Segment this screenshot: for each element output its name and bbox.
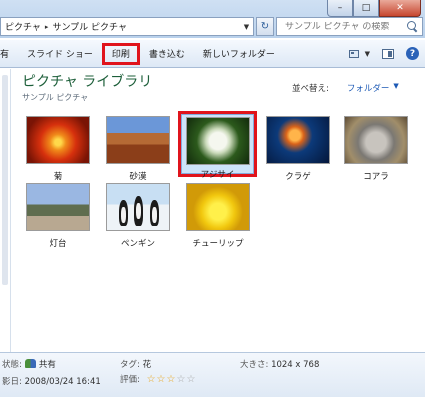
star-icon[interactable]: ☆ (176, 375, 185, 385)
minimize-button[interactable]: – (327, 0, 353, 17)
tags-row[interactable]: タグ: 花 (120, 358, 151, 370)
thumbnail-label: コアラ (363, 172, 389, 182)
penguin-shape (119, 200, 128, 226)
breadcrumb-sample-pictures[interactable]: サンプル ピクチャ (48, 20, 131, 33)
jellyfish-image (266, 116, 330, 164)
size-row: 大きさ: 1024 x 768 (240, 358, 319, 370)
tulips-image (186, 183, 250, 231)
search-icon[interactable] (407, 21, 418, 32)
library-subtitle: サンプル ピクチャ (22, 93, 89, 102)
thumbnail-desert[interactable]: 砂漠 (98, 116, 178, 182)
thumbnail-penguins[interactable]: ペンギン (98, 183, 178, 249)
search-box[interactable] (276, 17, 423, 36)
chrysanthemum-image (26, 116, 90, 164)
title-bar: – □ ✕ ピクチャ ▸ サンプル ピクチャ ▼ ↻ (0, 0, 425, 38)
date-row: 影日: 2008/03/24 16:41 (2, 375, 101, 387)
tags-value[interactable]: 花 (143, 360, 152, 370)
maximize-button[interactable]: □ (353, 0, 379, 17)
thumbnail-jellyfish[interactable]: クラゲ (258, 116, 338, 182)
thumbnail-label: クラゲ (285, 172, 311, 182)
rating-label: 評価: (120, 375, 140, 385)
penguins-image (106, 183, 170, 231)
status-value: 共有 (38, 360, 56, 370)
change-view-icon[interactable] (348, 49, 359, 58)
share-menu[interactable]: 有 (0, 44, 18, 64)
view-options-caret-icon[interactable]: ▼ (365, 50, 370, 58)
navigation-scrollbar[interactable] (2, 75, 8, 285)
status-label: 状態: (2, 360, 22, 370)
thumbnail-label: ペンギン (120, 239, 155, 249)
help-icon[interactable]: ? (406, 47, 419, 60)
thumbnail-label: チューリップ (192, 239, 244, 249)
date-value: 2008/03/24 16:41 (24, 377, 101, 387)
address-bar[interactable]: ピクチャ ▸ サンプル ピクチャ ▼ (0, 17, 254, 36)
star-icon[interactable]: ☆ (157, 375, 166, 385)
command-bar: 有 スライド ショー 印刷 書き込む 新しいフォルダー ▼ ? (0, 40, 425, 68)
rating-row: 評価: ☆ ☆ ☆ ☆ ☆ (120, 373, 196, 386)
penguin-shape (150, 200, 159, 226)
address-dropdown-icon[interactable]: ▼ (239, 18, 253, 35)
thumbnail-label: アジサイ (200, 170, 235, 180)
thumbnail-chrysanthemum[interactable]: 菊 (18, 116, 98, 182)
star-icon[interactable]: ☆ (186, 375, 195, 385)
tags-label: タグ: (120, 360, 140, 370)
print-button[interactable]: 印刷 (101, 42, 140, 65)
rating-stars[interactable]: ☆ ☆ ☆ ☆ ☆ (147, 375, 196, 385)
arrange-by-dropdown[interactable]: フォルダー (347, 82, 390, 94)
preview-pane-icon[interactable] (382, 48, 394, 59)
penguin-shape (134, 196, 143, 226)
close-button[interactable]: ✕ (379, 0, 421, 17)
hydrangea-image (185, 117, 250, 165)
thumbnail-label: 砂漠 (129, 172, 147, 182)
thumbnail-koala[interactable]: コアラ (336, 116, 416, 182)
desert-image (106, 116, 170, 164)
size-value: 1024 x 768 (271, 360, 320, 370)
star-icon[interactable]: ☆ (167, 375, 176, 385)
burn-button[interactable]: 書き込む (140, 44, 194, 64)
thumbnail-lighthouse[interactable]: 灯台 (18, 183, 98, 249)
arrange-by-label: 並べ替え: (292, 84, 329, 94)
new-folder-button[interactable]: 新しいフォルダー (194, 44, 284, 64)
search-input[interactable] (285, 21, 400, 32)
arrange-by: 並べ替え: フォルダー ▼ (292, 82, 399, 94)
window-controls: – □ ✕ (327, 0, 421, 18)
library-title: ピクチャ ライブラリ (22, 74, 153, 90)
slideshow-button[interactable]: スライド ショー (18, 44, 102, 64)
date-label: 影日: (2, 377, 22, 387)
thumbnail-tulips[interactable]: チューリップ (178, 183, 258, 249)
breadcrumb-pictures[interactable]: ピクチャ (1, 20, 45, 33)
star-icon[interactable]: ☆ (147, 375, 156, 385)
lighthouse-image (26, 183, 90, 231)
refresh-button[interactable]: ↻ (256, 17, 274, 36)
arrange-by-caret-icon[interactable]: ▼ (393, 82, 398, 94)
status-row: 状態: 共有 (2, 358, 56, 370)
thumbnail-hydrangea[interactable]: アジサイ (178, 111, 257, 180)
shared-users-icon (24, 359, 36, 368)
thumbnail-label: 菊 (53, 172, 63, 182)
thumbnail-label: 灯台 (49, 239, 67, 249)
size-label: 大きさ: (240, 360, 269, 370)
koala-image (344, 116, 408, 164)
details-pane: 状態: 共有 影日: 2008/03/24 16:41 タグ: 花 評価: ☆ ☆ ☆… (0, 352, 425, 397)
